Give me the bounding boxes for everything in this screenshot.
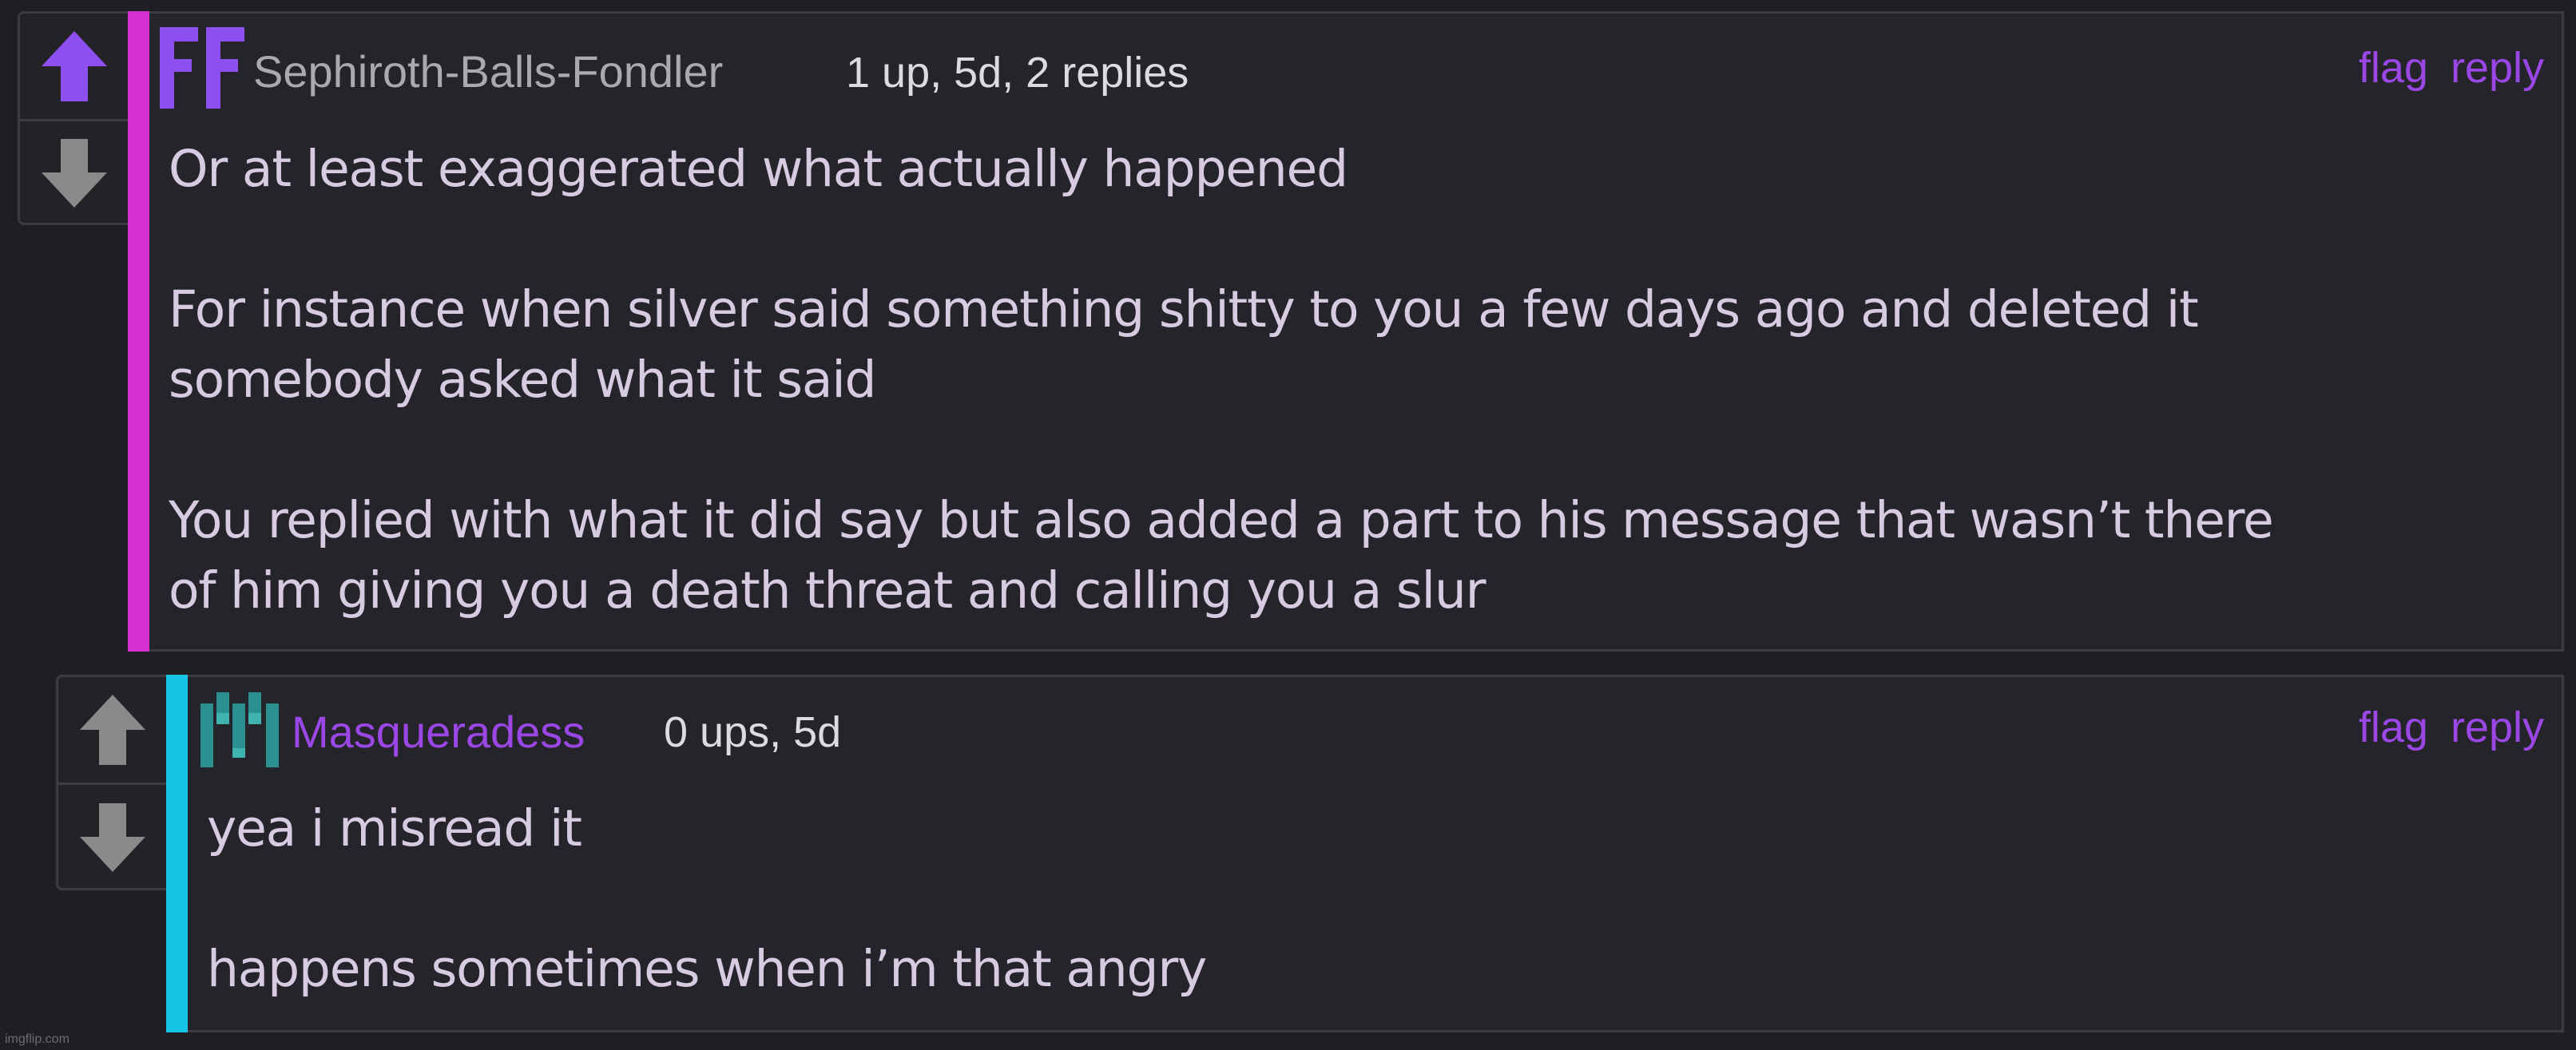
comment-body: Or at least exaggerated what actually ha… — [169, 134, 2274, 626]
comment-meta: 1 up, 5d, 2 replies — [846, 49, 1189, 97]
flag-link[interactable]: flag — [2359, 703, 2428, 752]
watermark: imgflip.com — [5, 1032, 69, 1046]
comment-line: Or at least exaggerated what actually ha… — [169, 140, 1348, 198]
upvote-button[interactable] — [58, 677, 166, 783]
comment: Masqueradess 0 ups, 5d flag reply yea i … — [166, 675, 2564, 1032]
comment-line: happens sometimes when i’m that angry — [207, 940, 1207, 998]
comment-accent-bar — [166, 675, 188, 1032]
comment-body: yea i misread it happens sometimes when … — [207, 794, 1207, 1004]
username-link[interactable]: Sephiroth-Balls-Fondler — [253, 46, 723, 97]
upvote-arrow-icon — [41, 31, 107, 101]
downvote-button[interactable] — [58, 785, 166, 890]
comment-line: You replied with what it did say but als… — [169, 491, 2274, 549]
downvote-button[interactable] — [20, 121, 128, 225]
reply-link[interactable]: reply — [2451, 703, 2544, 752]
downvote-arrow-icon — [79, 803, 145, 872]
avatar[interactable] — [160, 27, 246, 109]
username-link[interactable]: Masqueradess — [292, 706, 585, 758]
comment-actions: flag reply — [2359, 43, 2544, 93]
upvote-button[interactable] — [20, 14, 128, 119]
vote-column — [56, 675, 166, 890]
comment-line: yea i misread it — [207, 799, 582, 858]
comment-meta: 0 ups, 5d — [664, 708, 842, 756]
comment-line: somebody asked what it said — [169, 351, 877, 409]
reply-link[interactable]: reply — [2451, 43, 2544, 93]
comment-actions: flag reply — [2359, 703, 2544, 752]
vote-column — [18, 11, 128, 225]
avatar[interactable] — [199, 689, 282, 769]
comment-accent-bar — [128, 11, 149, 652]
comment-line: of him giving you a death threat and cal… — [169, 561, 1486, 620]
flag-link[interactable]: flag — [2359, 43, 2428, 93]
downvote-arrow-icon — [41, 139, 107, 208]
comment-thread: Sephiroth-Balls-Fondler 1 up, 5d, 2 repl… — [0, 0, 2576, 1050]
comment: Sephiroth-Balls-Fondler 1 up, 5d, 2 repl… — [128, 11, 2564, 652]
upvote-arrow-icon — [79, 695, 145, 765]
comment-line: For instance when silver said something … — [169, 280, 2199, 339]
